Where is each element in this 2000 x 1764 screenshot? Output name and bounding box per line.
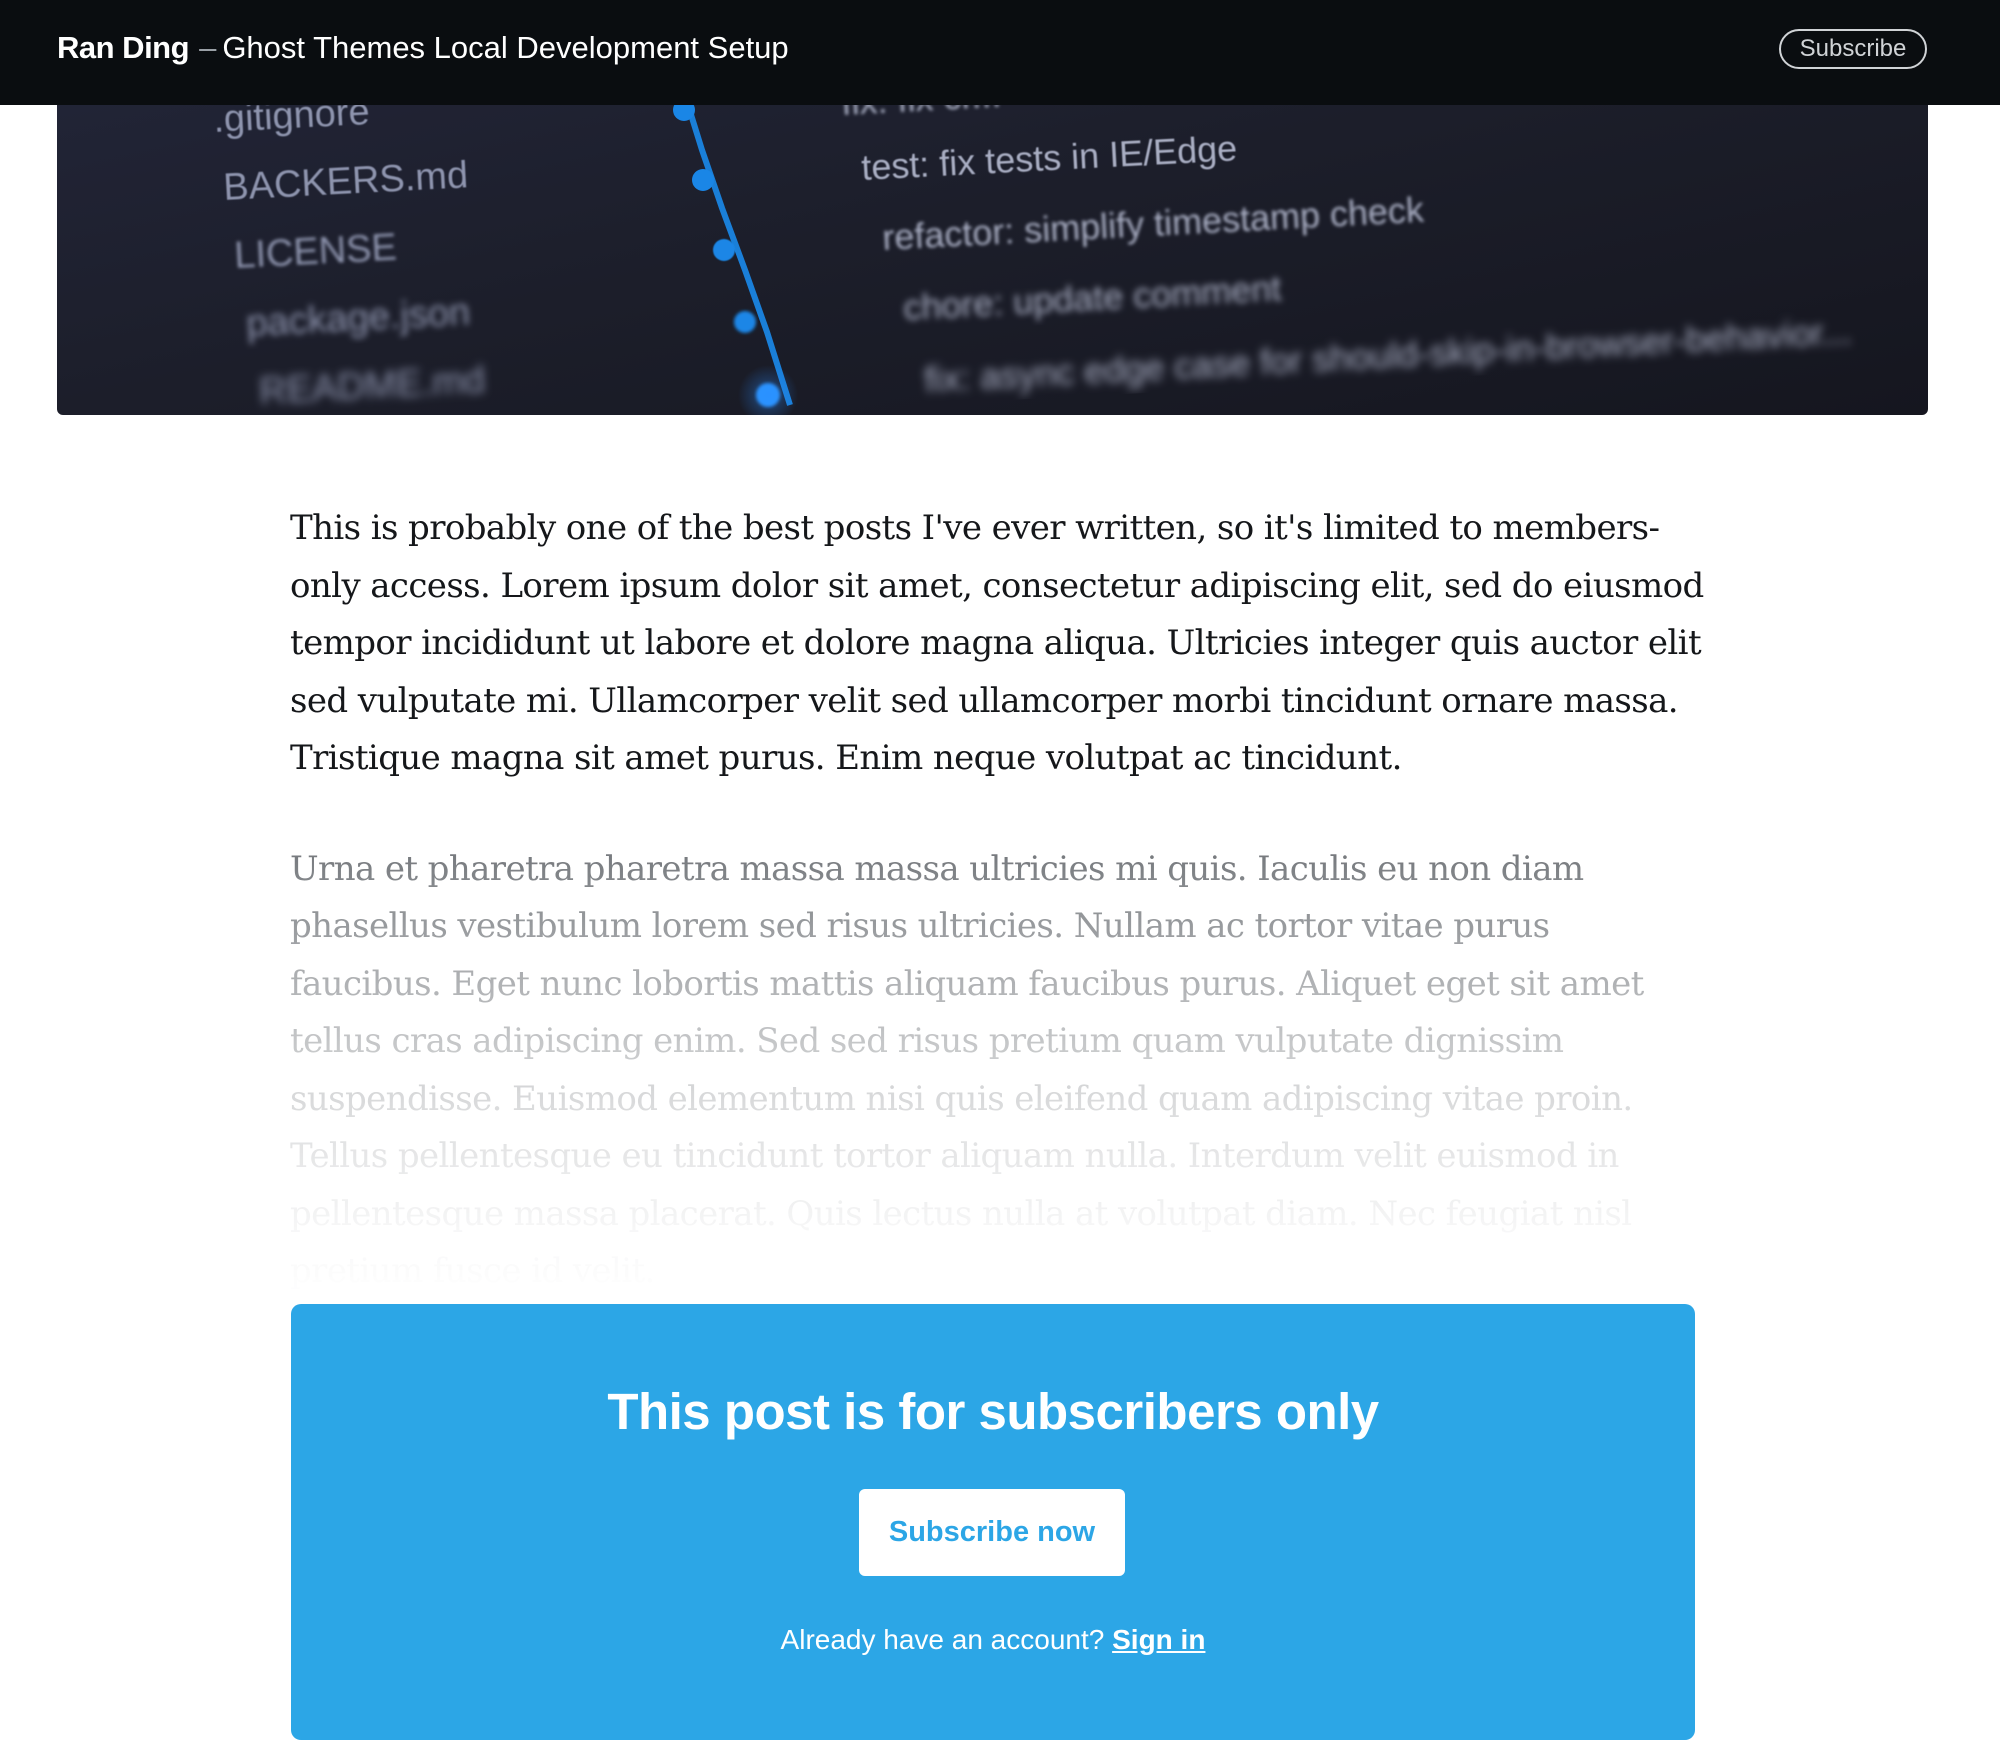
file-list-item: LICENSE [233, 227, 398, 277]
subscribe-now-button[interactable]: Subscribe now [859, 1489, 1125, 1576]
commit-node [734, 311, 756, 333]
paywall-heading: This post is for subscribers only [607, 1383, 1379, 1440]
article-paragraph: This is probably one of the best posts I… [290, 508, 1704, 778]
account-prompt-text: Already have an account? [780, 1624, 1105, 1655]
sign-in-prompt: Already have an account? Sign in [291, 1620, 1695, 1660]
title-separator: – [199, 30, 217, 65]
post-title: Ghost Themes Local Development Setup [222, 30, 789, 65]
site-name-link[interactable]: Ran Ding [57, 30, 190, 65]
sign-in-link[interactable]: Sign in [1112, 1624, 1205, 1655]
article-paragraph-faded: Urna et pharetra pharetra massa massa ul… [290, 848, 1644, 1292]
commit-node [713, 239, 735, 261]
top-navigation-bar: Ran Ding – Ghost Themes Local Development … [0, 0, 2000, 105]
subscribe-button[interactable]: Subscribe [1779, 29, 1927, 69]
paywall-cta: This post is for subscribers only Subscr… [291, 1304, 1695, 1740]
site-title: Ran Ding – Ghost Themes Local Development … [57, 28, 789, 68]
commit-node [692, 169, 714, 191]
article-content: This is probably one of the best posts I… [290, 500, 1710, 1301]
